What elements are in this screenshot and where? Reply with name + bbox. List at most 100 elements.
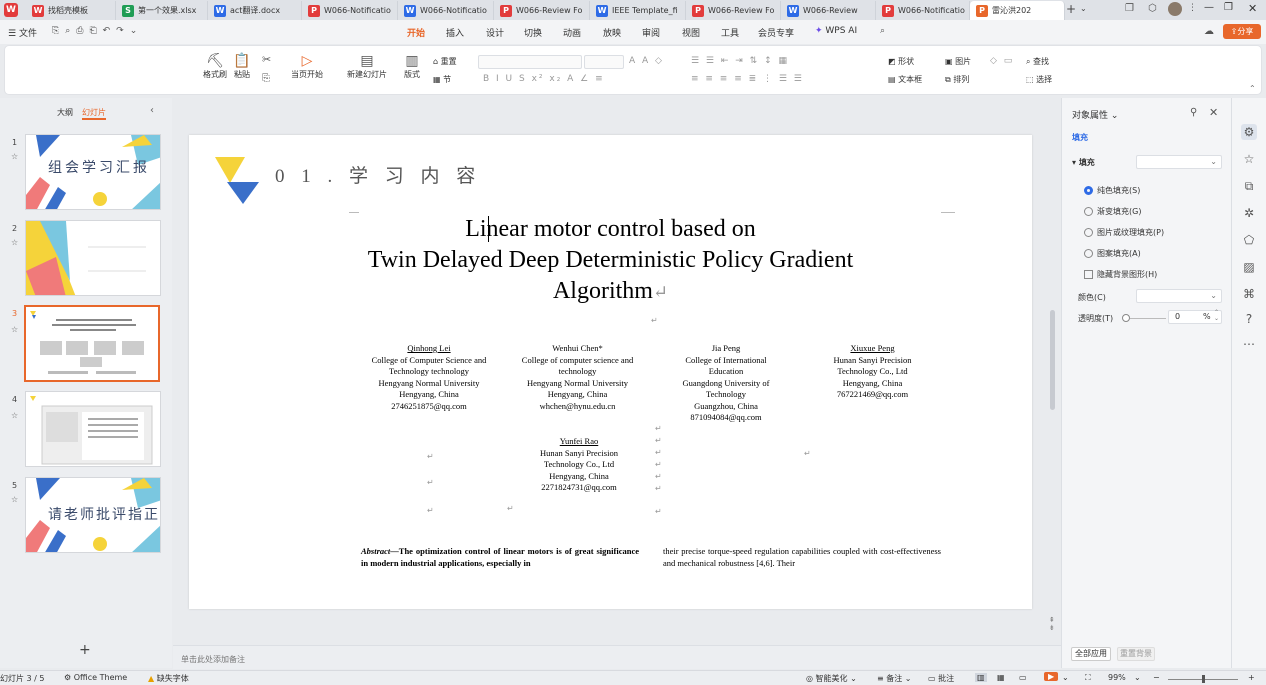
window-layout-icon[interactable]: ❐ xyxy=(1125,3,1134,14)
zoom-dropdown-icon[interactable]: ⌄ xyxy=(1134,673,1141,682)
reset-button[interactable]: ⌂ 重置 xyxy=(433,56,457,67)
notes-area[interactable]: 单击此处添加备注 xyxy=(173,645,1061,669)
share-button[interactable]: ⇪分享 xyxy=(1223,24,1261,39)
star-icon[interactable]: ☆ xyxy=(11,238,18,247)
scroll-arrows-icon[interactable]: ⇞ ⇟ xyxy=(1049,616,1055,632)
document-tab[interactable]: Wact翻译.docx xyxy=(208,1,302,20)
select-button[interactable]: ⬚ 选择 xyxy=(1026,74,1052,85)
picture-button[interactable]: ▣ 图片 xyxy=(945,56,971,67)
cloud-sync-icon[interactable]: ☁ xyxy=(1204,26,1214,37)
star-icon[interactable]: ☆ xyxy=(11,152,18,161)
image-edit-icon[interactable]: ▨ xyxy=(1241,259,1257,275)
font-size-controls[interactable]: A A ◇ xyxy=(629,56,664,66)
fill-buttons[interactable]: ◇ ▭ xyxy=(990,56,1014,66)
format-painter-button[interactable]: ⛏ 格式刷 xyxy=(203,53,227,80)
zoom-out-icon[interactable]: − xyxy=(1153,673,1160,682)
slide-sorter-icon[interactable]: ▦ xyxy=(997,673,1005,682)
slides-tab[interactable]: 幻灯片 xyxy=(82,107,106,120)
document-tab[interactable]: W W066-Review xyxy=(781,1,876,20)
fill-tab[interactable]: 填充 xyxy=(1072,132,1088,143)
skin-icon[interactable]: ⬡ xyxy=(1148,3,1157,14)
slide-thumbnail-1[interactable]: 组会学习汇报 xyxy=(25,134,161,210)
shape-button[interactable]: ◩ 形状 xyxy=(888,56,914,67)
copy-icon[interactable]: ⎘ xyxy=(262,73,270,84)
copy-icon[interactable]: ⧉ xyxy=(1241,178,1257,194)
slide-scrollbar[interactable] xyxy=(1050,310,1055,410)
properties-icon[interactable]: ⚙ xyxy=(1241,124,1257,140)
document-tab[interactable]: W IEEE Template_fi xyxy=(590,1,686,20)
fill-section-label[interactable]: ▾ 填充 xyxy=(1072,157,1095,168)
zoom-level[interactable]: 99% xyxy=(1108,673,1126,682)
missing-font-indicator[interactable]: ▲ 缺失字体 xyxy=(148,673,189,684)
document-tab[interactable]: W W066-Notificatio xyxy=(398,1,494,20)
reset-background-button[interactable]: 重置背景 xyxy=(1117,647,1155,661)
slide-thumbnail-2[interactable] xyxy=(25,220,161,296)
document-tab[interactable]: P W066-Notificatio xyxy=(876,1,970,20)
paper-title[interactable]: Linear motor control based on Twin Delay… xyxy=(189,214,1032,308)
tab-wps-ai[interactable]: ✦ WPS AI xyxy=(815,26,857,36)
slideshow-options-icon[interactable]: ⌄ xyxy=(1062,673,1069,682)
zoom-in-icon[interactable]: + xyxy=(1248,673,1255,682)
more-icon[interactable]: ⋯ xyxy=(1241,336,1257,352)
text-format-buttons[interactable]: B I U S x² x₂ A ∠ ≡ xyxy=(483,74,605,84)
pin-icon[interactable]: ⚲ xyxy=(1190,107,1197,118)
paste-button[interactable]: 📋 粘贴 xyxy=(233,53,251,80)
play-from-current-button[interactable]: ▷ 当页开始 xyxy=(291,53,323,80)
tab-dropdown-icon[interactable]: ⌄ xyxy=(1080,4,1087,13)
tab-transition[interactable]: 切换 xyxy=(524,26,542,39)
author-block-4[interactable]: Xiuxue Peng Hunan Sanyi Precision Techno… xyxy=(815,343,930,401)
section-button[interactable]: ▦ 节 xyxy=(433,74,451,85)
book-icon[interactable]: ⌘ xyxy=(1241,286,1257,302)
author-block-2[interactable]: Wenhui Chen* College of computer science… xyxy=(505,343,650,412)
fit-window-icon[interactable]: ⛶ xyxy=(1085,673,1091,683)
color-select[interactable]: ⌄ xyxy=(1136,289,1222,303)
normal-view-icon[interactable]: ▥ xyxy=(975,673,987,682)
search-icon[interactable]: ⌕ xyxy=(880,26,885,36)
reading-view-icon[interactable]: ▭ xyxy=(1019,673,1027,682)
hide-background-checkbox[interactable]: 隐藏背景图形(H) xyxy=(1084,269,1157,280)
tab-member[interactable]: 会员专享 xyxy=(758,26,794,39)
find-button[interactable]: ⌕ 查找 xyxy=(1026,56,1049,67)
outline-tab[interactable]: 大纲 xyxy=(57,107,73,118)
collapse-panel-icon[interactable]: ‹ xyxy=(150,105,154,116)
file-menu[interactable]: ☰ 文件 xyxy=(8,26,37,39)
star-icon[interactable]: ☆ xyxy=(11,495,18,504)
transparency-slider-track[interactable] xyxy=(1130,318,1166,319)
author-block-1[interactable]: Qinhong Lei College of Computer Science … xyxy=(354,343,504,412)
cut-icon[interactable]: ✂ xyxy=(262,53,271,66)
theme-indicator[interactable]: ⚙ Office Theme xyxy=(64,673,127,682)
picture-fill-radio[interactable]: 图片或纹理填充(P) xyxy=(1084,227,1164,238)
paragraph-align-buttons[interactable]: ≡ ≡ ≡ ≡ ≣ ⋮ ☰ ☰ xyxy=(691,74,804,84)
tab-insert[interactable]: 插入 xyxy=(446,26,464,39)
slideshow-play-icon[interactable]: ▶ xyxy=(1044,672,1059,681)
star-icon[interactable]: ☆ xyxy=(11,411,18,420)
spinner-icon[interactable]: ⌃ ⌄ xyxy=(1214,310,1219,322)
star-icon[interactable]: ☆ xyxy=(1241,151,1257,167)
more-icon[interactable]: ⋮ xyxy=(1188,3,1197,13)
notes-button[interactable]: ≡ 备注 ⌄ xyxy=(877,673,912,684)
textbox-button[interactable]: ▤ 文本框 xyxy=(888,74,922,85)
tab-design[interactable]: 设计 xyxy=(486,26,504,39)
document-tab[interactable]: S 第一个效果.xlsx xyxy=(116,1,208,20)
transparency-slider-thumb[interactable] xyxy=(1122,314,1130,322)
wps-logo-icon[interactable]: W xyxy=(4,3,18,17)
star-icon[interactable]: ☆ xyxy=(11,325,18,334)
comment-button[interactable]: ▭ 批注 xyxy=(928,673,954,684)
abstract-right-column[interactable]: their precise torque-speed regulation ca… xyxy=(663,545,941,569)
author-block-5[interactable]: Yunfei Rao Hunan Sanyi Precision Technol… xyxy=(514,436,644,494)
quick-access-toolbar[interactable]: ⎘⌕⎙⎗↶↷⌄ xyxy=(52,26,143,36)
document-tab[interactable]: W 找稻壳模板 xyxy=(26,1,116,20)
animation-icon[interactable]: ✲ xyxy=(1241,205,1257,221)
tab-tools[interactable]: 工具 xyxy=(721,26,739,39)
solid-fill-radio[interactable]: 纯色填充(S) xyxy=(1084,185,1140,196)
layout-button[interactable]: ▥ 版式 xyxy=(403,53,421,80)
avatar[interactable] xyxy=(1168,2,1182,16)
gradient-fill-radio[interactable]: 渐变填充(G) xyxy=(1084,206,1141,217)
slide-canvas[interactable]: 0 1 . 学 习 内 容 Linear motor control based… xyxy=(189,135,1032,609)
arrange-button[interactable]: ⧉ 排列 xyxy=(945,74,969,85)
abstract-left-column[interactable]: Abstract—The optimization control of lin… xyxy=(361,545,639,569)
document-tab[interactable]: P W066-Review Fo xyxy=(494,1,590,20)
zoom-slider-thumb[interactable] xyxy=(1202,675,1205,683)
close-window-icon[interactable]: ✕ xyxy=(1248,2,1257,15)
list-buttons[interactable]: ☰ ☰ ⇤ ⇥ ⇅ ↕ ▦ xyxy=(691,56,789,66)
